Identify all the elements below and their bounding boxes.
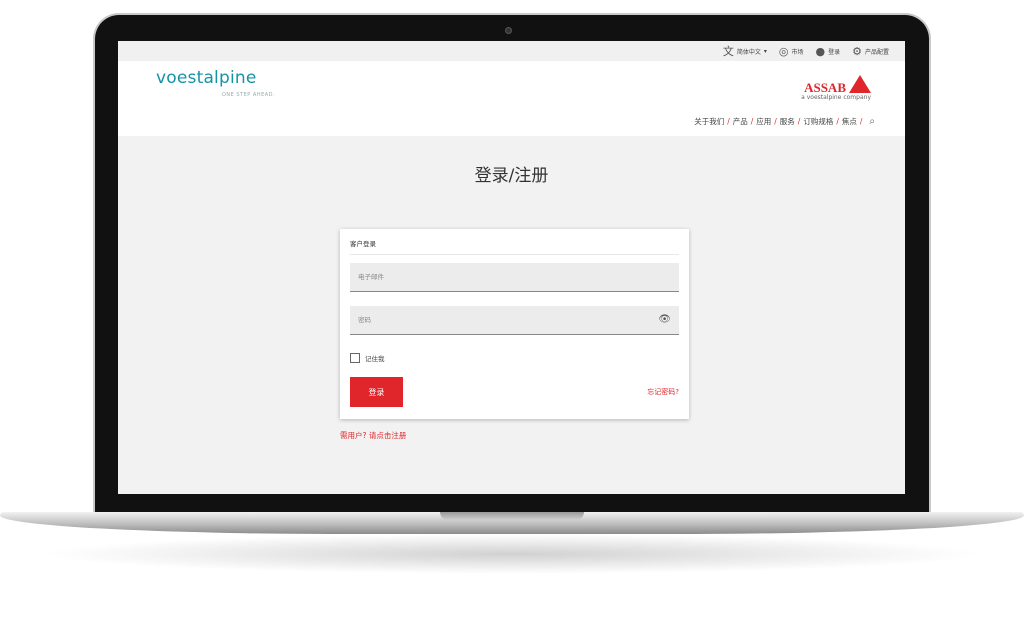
nav-separator: / — [750, 117, 754, 126]
market-link[interactable]: ◎ 市场 — [779, 46, 804, 57]
nav-services[interactable]: 服务 — [780, 116, 795, 127]
search-icon[interactable]: ⌕ — [869, 116, 875, 127]
laptop-shadow — [40, 534, 984, 574]
register-link[interactable]: 需用户? 请点击注册 — [340, 430, 406, 441]
nav-separator: / — [836, 117, 839, 126]
nav-focus[interactable]: 焦点 — [842, 116, 857, 127]
nav-separator: / — [797, 117, 801, 126]
site-header: voestalpine ONE STEP AHEAD. ASSAB a voes… — [118, 61, 905, 136]
assab-triangle-icon — [849, 75, 871, 93]
main-nav: 关于我们 / 产品 / 应用 / 服务 / 订购规格 / 焦点 / ⌕ — [694, 116, 875, 127]
nav-products[interactable]: 产品 — [733, 116, 748, 127]
email-field[interactable] — [350, 263, 679, 291]
globe-icon: ◎ — [778, 44, 789, 58]
eye-slash-icon[interactable]: 👁 — [658, 314, 671, 325]
remember-checkbox[interactable] — [350, 353, 360, 363]
browser-screen: 文 简体中文 ▾ ◎ 市场 ● 登录 ⚙ 产品配置 voestalpine ON… — [118, 41, 905, 494]
gears-icon: ⚙ — [852, 44, 862, 58]
assab-subtitle: a voestalpine company — [801, 94, 871, 101]
nav-separator: / — [859, 117, 863, 126]
login-link[interactable]: ● 登录 — [815, 46, 840, 57]
laptop-stage: 文 简体中文 ▾ ◎ 市场 ● 登录 ⚙ 产品配置 voestalpine ON… — [0, 0, 1024, 621]
nav-separator: / — [774, 117, 777, 126]
nav-ordering[interactable]: 订购规格 — [803, 116, 833, 127]
remember-label: 记住我 — [365, 355, 385, 363]
login-card-title: 客户登录 — [350, 229, 679, 255]
laptop-notch — [440, 512, 584, 520]
nav-about[interactable]: 关于我们 — [694, 116, 724, 127]
chevron-down-icon: ▾ — [763, 47, 767, 55]
page-title: 登录/注册 — [474, 166, 549, 186]
login-button[interactable]: 登录 — [350, 377, 403, 407]
voestalpine-logo[interactable]: voestalpine — [156, 68, 257, 88]
password-field[interactable] — [350, 306, 679, 334]
remember-me[interactable]: 记住我 — [350, 353, 679, 363]
configurator-link[interactable]: ⚙ 产品配置 — [852, 46, 889, 57]
form-actions: 登录 忘记密码? — [350, 377, 679, 407]
utility-bar: 文 简体中文 ▾ ◎ 市场 ● 登录 ⚙ 产品配置 — [118, 41, 905, 61]
nav-applications[interactable]: 应用 — [756, 116, 771, 127]
forgot-password-link[interactable]: 忘记密码? — [647, 387, 679, 397]
webcam — [505, 27, 512, 34]
email-field-wrapper — [350, 263, 679, 292]
translate-icon: 文 — [722, 44, 734, 58]
password-field-wrapper: 👁 — [350, 306, 679, 335]
user-icon: ● — [815, 44, 826, 58]
nav-separator: / — [727, 117, 730, 126]
login-card: 客户登录 👁 记住我 登录 忘记密码? — [340, 229, 689, 419]
logo-tagline: ONE STEP AHEAD. — [222, 92, 276, 98]
language-selector[interactable]: 文 简体中文 ▾ — [723, 46, 767, 57]
assab-logo[interactable]: ASSAB a voestalpine company — [801, 75, 871, 101]
